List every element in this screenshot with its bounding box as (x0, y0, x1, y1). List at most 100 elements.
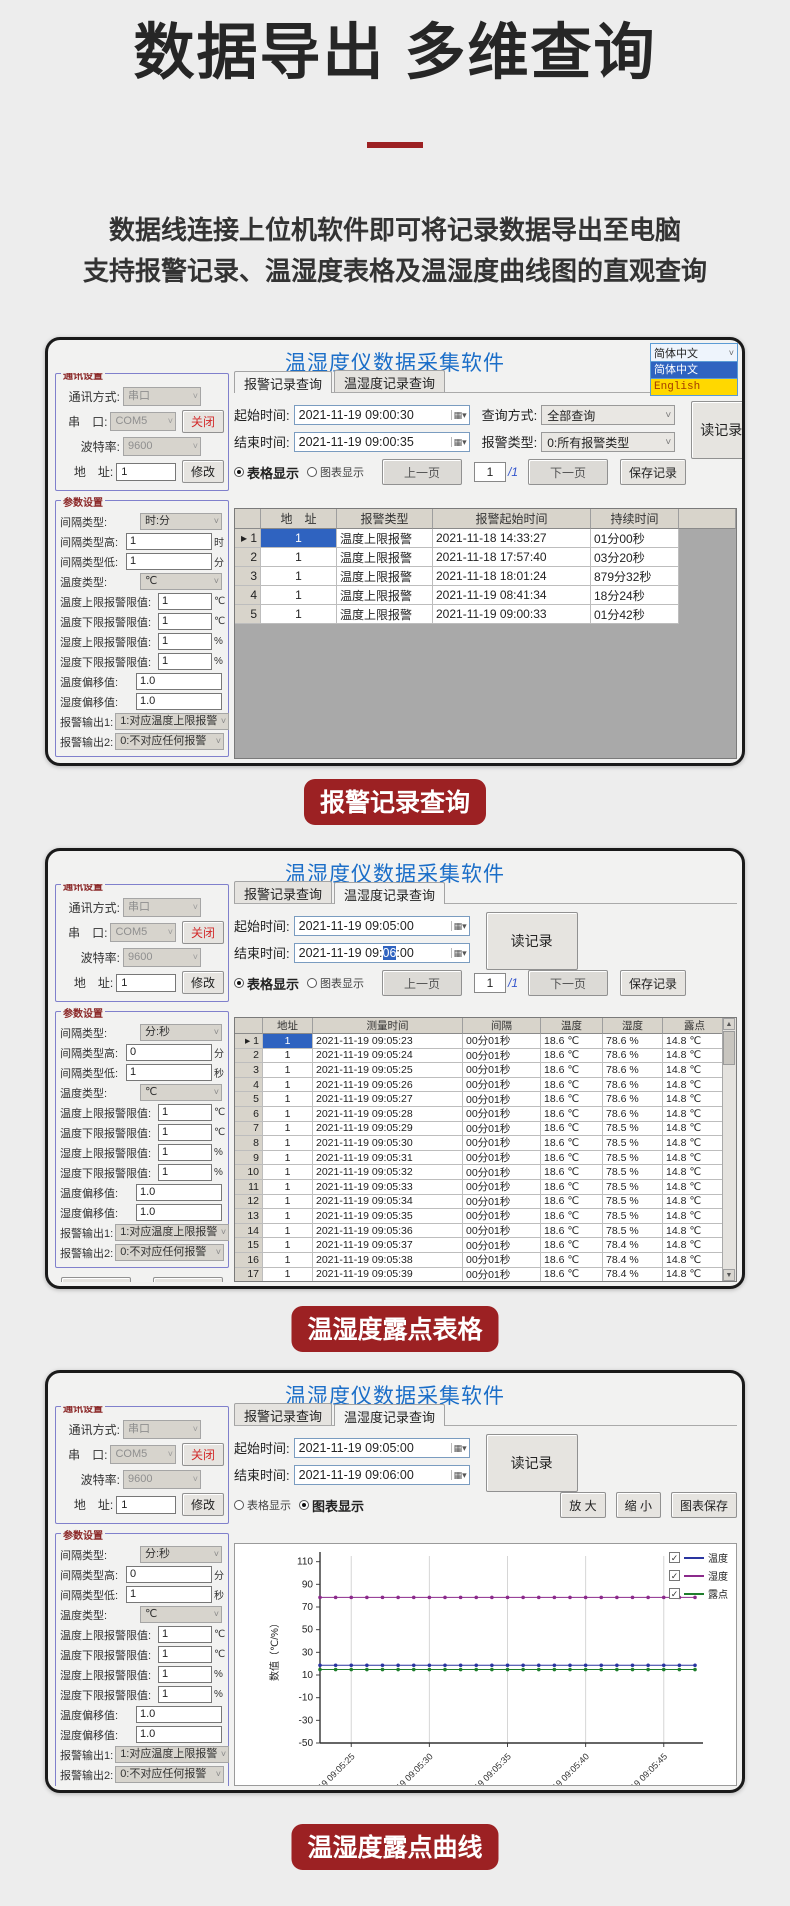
scroll-thumb[interactable] (723, 1031, 735, 1065)
tab-record-query[interactable]: 温湿度记录查询 (334, 370, 445, 392)
close-port-button[interactable]: 关闭 (182, 410, 224, 433)
tab-alarm-query[interactable]: 报警记录查询 (234, 881, 332, 903)
calendar-dropdown-icon[interactable]: ▦▾ (451, 921, 467, 931)
chart-display-radio[interactable]: 图表显示 (307, 975, 364, 991)
table-display-radio[interactable]: 表格显示 (234, 974, 299, 993)
modify-params-button[interactable]: 修改 (153, 1277, 223, 1282)
tab-alarm-query[interactable]: 报警记录查询 (234, 1403, 332, 1425)
param-select[interactable]: 1:对应温度上限报警 (115, 1746, 229, 1763)
comm-method-select[interactable]: 串口 (123, 898, 201, 917)
table-row[interactable]: 41温度上限报警2021-11-19 08:41:3418分24秒 (235, 586, 736, 605)
param-input[interactable]: 1.0 (136, 693, 222, 710)
language-option-chinese[interactable]: 简体中文 (650, 362, 738, 379)
param-input[interactable]: 1 (158, 1144, 212, 1161)
table-row[interactable]: 412021-11-19 09:05:2600分01秒18.6 ℃78.6 %1… (235, 1078, 736, 1093)
language-option-english[interactable]: English (650, 379, 738, 396)
param-input[interactable]: 1 (158, 613, 212, 630)
tab-alarm-query[interactable]: 报警记录查询 (234, 371, 332, 393)
param-input[interactable]: 1 (158, 633, 212, 650)
param-select[interactable]: 0:不对应任何报警 (115, 733, 224, 750)
param-input[interactable]: 1 (158, 1104, 212, 1121)
table-row[interactable]: 812021-11-19 09:05:3000分01秒18.6 ℃78.5 %1… (235, 1136, 736, 1151)
table-row[interactable]: 51温度上限报警2021-11-19 09:00:3301分42秒 (235, 605, 736, 624)
param-input[interactable]: 1 (158, 1686, 212, 1703)
page-number-input[interactable]: 1 (474, 973, 506, 993)
table-row[interactable]: 312021-11-19 09:05:2500分01秒18.6 ℃78.6 %1… (235, 1063, 736, 1078)
address-input[interactable]: 1 (116, 1496, 176, 1514)
address-input[interactable]: 1 (116, 463, 176, 481)
table-row[interactable]: 1012021-11-19 09:05:3200分01秒18.6 ℃78.5 %… (235, 1165, 736, 1180)
table-display-radio[interactable]: 表格显示 (234, 463, 299, 482)
next-page-button[interactable]: 下一页 (528, 459, 608, 485)
save-records-button[interactable]: 保存记录 (620, 970, 686, 996)
table-scrollbar[interactable]: ▲ ▼ (722, 1018, 736, 1281)
close-port-button[interactable]: 关闭 (182, 1443, 224, 1466)
end-time-input[interactable]: 2021-11-19 09:00:35▦▾ (294, 432, 470, 452)
alarm-type-select[interactable]: 0:所有报警类型 (541, 432, 675, 452)
table-row[interactable]: 1412021-11-19 09:05:3600分01秒18.6 ℃78.5 %… (235, 1224, 736, 1239)
table-row[interactable]: 1112021-11-19 09:05:3300分01秒18.6 ℃78.5 %… (235, 1180, 736, 1195)
param-select[interactable]: ℃ (140, 573, 222, 590)
param-input[interactable]: 1 (158, 1124, 212, 1141)
param-input[interactable]: 1 (126, 1586, 212, 1603)
chart-save-button[interactable]: 图表保存 (671, 1492, 737, 1518)
scroll-down-icon[interactable]: ▼ (723, 1269, 735, 1281)
param-input[interactable]: 1.0 (136, 1184, 222, 1201)
param-input[interactable]: 1 (158, 1646, 212, 1663)
calendar-dropdown-icon[interactable]: ▦▾ (451, 948, 467, 958)
start-time-input[interactable]: 2021-11-19 09:00:30▦▾ (294, 405, 470, 425)
table-row[interactable]: ▸ 112021-11-19 09:05:2300分01秒18.6 ℃78.6 … (235, 1034, 736, 1049)
modify-address-button[interactable]: 修改 (182, 460, 224, 483)
alarm-records-table[interactable]: 地 址报警类型报警起始时间持续时间▸ 11温度上限报警2021-11-18 14… (234, 508, 737, 759)
param-input[interactable]: 1 (158, 653, 212, 670)
comm-method-select[interactable]: 串口 (123, 387, 201, 406)
table-row[interactable]: 612021-11-19 09:05:2800分01秒18.6 ℃78.6 %1… (235, 1107, 736, 1122)
table-row[interactable]: 512021-11-19 09:05:2700分01秒18.6 ℃78.6 %1… (235, 1092, 736, 1107)
comm-port-select[interactable]: COM5 (110, 923, 175, 942)
query-mode-select[interactable]: 全部查询 (541, 405, 675, 425)
chart-display-radio[interactable]: 图表显示 (307, 464, 364, 480)
table-row[interactable]: 1312021-11-19 09:05:3500分01秒18.6 ℃78.5 %… (235, 1209, 736, 1224)
language-select[interactable]: 简体中文 ˅ (650, 343, 738, 362)
start-time-input[interactable]: 2021-11-19 09:05:00▦▾ (294, 916, 470, 936)
table-row[interactable]: 212021-11-19 09:05:2400分01秒18.6 ℃78.6 %1… (235, 1049, 736, 1064)
table-row[interactable]: ▸ 11温度上限报警2021-11-18 14:33:2701分00秒 (235, 529, 736, 548)
param-select[interactable]: ℃ (140, 1084, 222, 1101)
table-row[interactable]: 21温度上限报警2021-11-18 17:57:4003分20秒 (235, 548, 736, 567)
table-row[interactable]: 31温度上限报警2021-11-18 18:01:24879分32秒 (235, 567, 736, 586)
modify-address-button[interactable]: 修改 (182, 1493, 224, 1516)
save-records-button[interactable]: 保存记录 (620, 459, 686, 485)
start-time-input[interactable]: 2021-11-19 09:05:00▦▾ (294, 1438, 470, 1458)
comm-port-select[interactable]: COM5 (110, 412, 175, 431)
param-select[interactable]: 分:秒 (140, 1024, 222, 1041)
param-select[interactable]: 0:不对应任何报警 (115, 1766, 224, 1783)
comm-method-select[interactable]: 串口 (123, 1420, 201, 1439)
param-input[interactable]: 1.0 (136, 1706, 222, 1723)
param-select[interactable]: 1:对应温度上限报警 (115, 1224, 229, 1241)
param-input[interactable]: 1 (126, 1064, 212, 1081)
table-row[interactable]: 1512021-11-19 09:05:3700分01秒18.6 ℃78.4 %… (235, 1238, 736, 1253)
param-input[interactable]: 1 (126, 533, 212, 550)
read-records-button[interactable]: 读记录 (691, 401, 745, 459)
table-row[interactable]: 912021-11-19 09:05:3100分01秒18.6 ℃78.5 %1… (235, 1151, 736, 1166)
comm-port-select[interactable]: COM5 (110, 1445, 175, 1464)
param-select[interactable]: ℃ (140, 1606, 222, 1623)
baud-rate-select[interactable]: 9600 (123, 437, 201, 456)
read-records-button[interactable]: 读记录 (486, 1434, 578, 1492)
param-select[interactable]: 0:不对应任何报警 (115, 1244, 224, 1261)
chart-display-radio[interactable]: 图表显示 (299, 1496, 364, 1515)
param-input[interactable]: 1 (158, 1164, 212, 1181)
calendar-dropdown-icon[interactable]: ▦▾ (451, 1443, 467, 1453)
next-page-button[interactable]: 下一页 (528, 970, 608, 996)
read-params-button[interactable]: 读取 (61, 1277, 131, 1282)
prev-page-button[interactable]: 上一页 (382, 459, 462, 485)
table-row[interactable]: 712021-11-19 09:05:2900分01秒18.6 ℃78.5 %1… (235, 1122, 736, 1137)
tab-record-query[interactable]: 温湿度记录查询 (334, 1404, 445, 1426)
param-input[interactable]: 0 (126, 1566, 212, 1583)
calendar-dropdown-icon[interactable]: ▦▾ (451, 410, 467, 420)
param-input[interactable]: 1 (158, 593, 212, 610)
param-input[interactable]: 1 (126, 553, 212, 570)
end-time-input[interactable]: 2021-11-19 09:06:00▦▾ (294, 943, 470, 963)
param-input[interactable]: 0 (126, 1044, 212, 1061)
zoom-in-button[interactable]: 放 大 (560, 1492, 605, 1518)
